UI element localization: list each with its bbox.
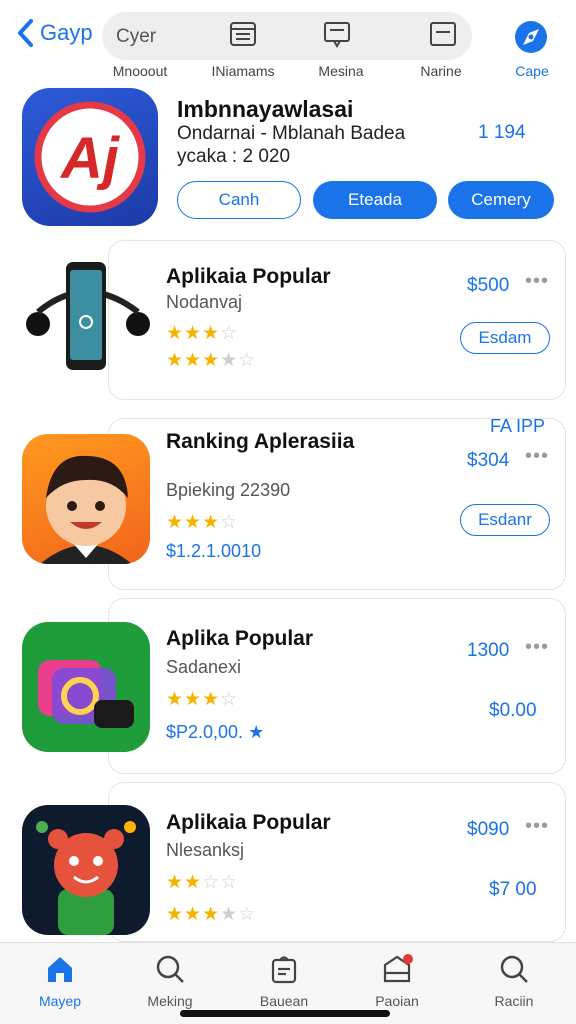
- app-3-rating: ★★★☆: [166, 689, 239, 710]
- header-label-3: Mesina: [318, 63, 364, 79]
- app-4-price-2: $7 00: [489, 879, 537, 900]
- app-2-subtitle: Bpieking 22390: [166, 480, 291, 500]
- app-3-subtitle: Sadanexi: [166, 657, 242, 677]
- app-2-icon[interactable]: [22, 434, 150, 564]
- featured-button-1[interactable]: Canh: [177, 181, 301, 219]
- list-icon[interactable]: [228, 19, 258, 49]
- app-1-more-icon[interactable]: •••: [525, 270, 549, 293]
- app-3-meta: $P2.0,00. ★: [166, 722, 265, 742]
- featured-button-2[interactable]: Eteada: [313, 181, 437, 219]
- tab-bauean[interactable]: Bauean: [234, 953, 334, 1009]
- app-4-price: $090: [467, 819, 510, 840]
- app-2-title: Ranking Aplerasiia: [166, 430, 355, 453]
- app-3-more-icon[interactable]: •••: [525, 636, 549, 659]
- featured-app-icon[interactable]: Aj: [22, 88, 158, 226]
- app-1-icon[interactable]: [22, 252, 150, 382]
- app-2-top-label: FA IPP: [490, 416, 546, 436]
- app-3-price-2: $0.00: [489, 700, 537, 721]
- compass-icon: [515, 21, 547, 53]
- bag-icon: [271, 956, 297, 984]
- app-4-subtitle: Nlesanksj: [166, 840, 245, 860]
- app-4-rating: ★★☆☆: [166, 872, 239, 893]
- app-1-subtitle: Nodanvaj: [166, 292, 243, 312]
- header-label-4: Narine: [420, 63, 462, 79]
- tab-raciin[interactable]: Raciin: [464, 953, 564, 1009]
- cape-button[interactable]: [512, 18, 550, 56]
- app-3-title: Aplika Popular: [166, 627, 314, 650]
- box-icon: [383, 954, 413, 983]
- app-4-title: Aplikaia Popular: [166, 811, 331, 834]
- app-1-price: $500: [467, 275, 510, 296]
- featured-button-3[interactable]: Cemery: [448, 181, 554, 219]
- home-icon: [48, 957, 72, 982]
- app-3-icon[interactable]: [22, 622, 150, 752]
- message-icon[interactable]: [322, 19, 352, 49]
- tab-making[interactable]: Meking: [120, 953, 220, 1009]
- app-3-price: 1300: [467, 640, 510, 661]
- app-2-meta: $1.2.1.0010: [166, 541, 262, 561]
- app-4-more-icon[interactable]: •••: [525, 815, 549, 838]
- header-label-1: Mnooout: [112, 63, 168, 79]
- app-2-get-button[interactable]: Esdanr: [460, 504, 550, 536]
- tab-home[interactable]: Mayep: [10, 953, 110, 1009]
- chevron-left-icon: [18, 19, 33, 47]
- search-icon: [156, 955, 184, 983]
- cape-label: Cape: [515, 63, 549, 79]
- tab-bauean-label: Bauean: [259, 993, 309, 1009]
- search-bar[interactable]: Cyer: [102, 12, 472, 60]
- app-2-rating: ★★★☆: [166, 512, 239, 533]
- app-card-3[interactable]: [108, 598, 566, 774]
- note-icon[interactable]: [428, 19, 458, 49]
- search-icon: [500, 955, 528, 983]
- featured-year: ycaka : 2 020: [177, 146, 291, 167]
- app-1-rating: ★★★☆: [166, 323, 239, 344]
- app-2-price: $304: [467, 450, 510, 471]
- featured-icon-text: Aj: [59, 126, 121, 191]
- app-1-rating-2: ★★★★☆: [166, 350, 257, 371]
- featured-title: Imbnnayawlasai: [177, 96, 354, 122]
- back-button[interactable]: Gayp: [16, 18, 93, 48]
- back-label: Gayp: [40, 20, 93, 45]
- tab-paoian[interactable]: Paoian: [347, 953, 447, 1009]
- app-4-rating-2: ★★★★☆: [166, 904, 257, 925]
- featured-subtitle: Ondarnai - Mblanah Badea: [177, 123, 406, 144]
- tab-home-label: Mayep: [38, 993, 82, 1009]
- app-2-more-icon[interactable]: •••: [525, 445, 549, 468]
- home-indicator[interactable]: [180, 1010, 390, 1017]
- app-1-get-button[interactable]: Esdam: [460, 322, 550, 354]
- header-label-2: INiamams: [211, 63, 275, 79]
- tab-paoian-label: Paoian: [375, 993, 419, 1009]
- app-4-icon[interactable]: [22, 805, 150, 935]
- tab-making-label: Meking: [147, 993, 193, 1009]
- app-1-title: Aplikaia Popular: [166, 265, 331, 288]
- featured-price: 1 194: [478, 122, 526, 143]
- tab-raciin-label: Raciin: [494, 993, 534, 1009]
- search-input[interactable]: Cyer: [116, 26, 156, 48]
